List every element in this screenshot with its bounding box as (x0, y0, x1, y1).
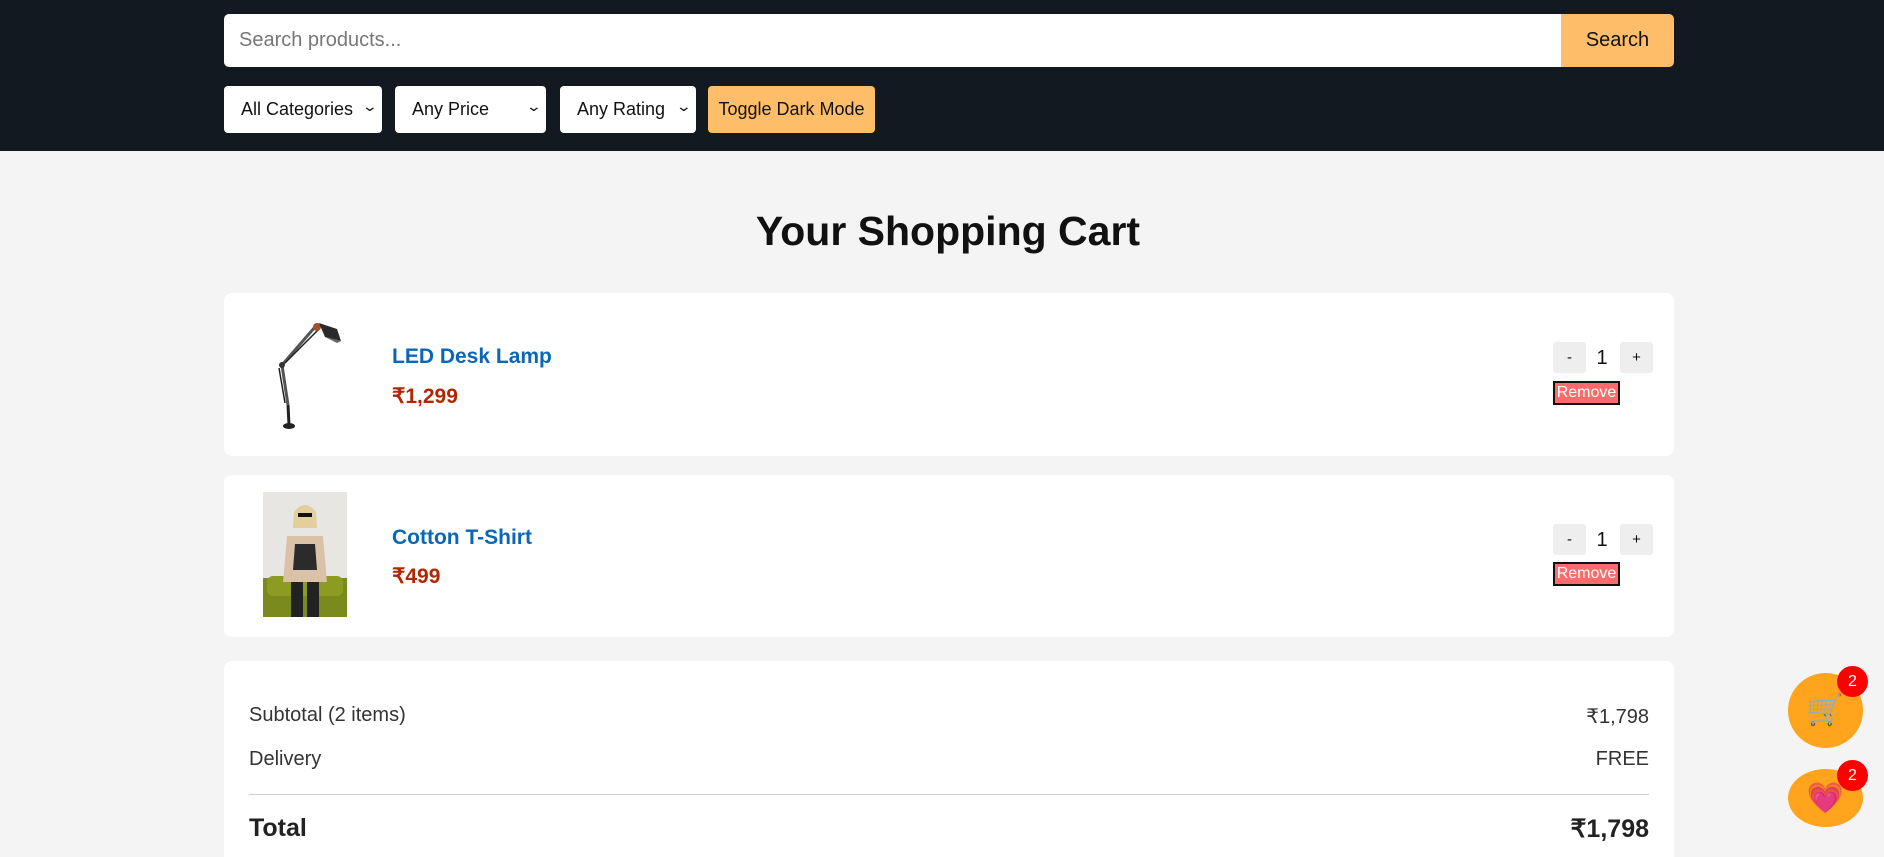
top-header: Search All Categories ⌄ Any Price ⌄ Any … (0, 0, 1884, 151)
remove-item-button[interactable]: Remove (1553, 562, 1620, 586)
shopping-cart-icon: 🛒 (1806, 694, 1845, 727)
delivery-label: Delivery (249, 748, 322, 770)
wishlist-count-badge: 2 (1837, 760, 1868, 791)
delivery-value: FREE (1595, 748, 1649, 770)
category-select[interactable]: All Categories ⌄ (224, 86, 382, 133)
decrease-qty-button[interactable]: - (1553, 524, 1586, 555)
search-button[interactable]: Search (1561, 14, 1674, 67)
subtotal-label: Subtotal (2 items) (249, 704, 406, 726)
rating-select[interactable]: Any Rating ⌄ (560, 86, 696, 133)
quantity-value: 1 (1596, 347, 1608, 369)
increase-qty-button[interactable]: + (1620, 342, 1653, 373)
quantity-value: 1 (1596, 529, 1608, 551)
search-input[interactable] (224, 14, 1561, 67)
item-name[interactable]: Cotton T-Shirt (392, 526, 532, 550)
item-name[interactable]: LED Desk Lamp (392, 345, 552, 369)
product-image-tshirt (263, 492, 347, 617)
cart-item: Cotton T-Shirt ₹499 - 1 + Remove (224, 475, 1674, 637)
toggle-dark-mode-button[interactable]: Toggle Dark Mode (708, 86, 875, 133)
rating-select-value: Any Rating (577, 99, 666, 119)
item-price: ₹499 (392, 565, 441, 588)
subtotal-value: ₹1,798 (1586, 706, 1649, 728)
summary-divider (249, 794, 1649, 795)
item-price: ₹1,299 (392, 385, 458, 408)
chevron-down-icon: ⌄ (361, 98, 379, 114)
category-select-value: All Categories (241, 99, 354, 119)
cart-item: LED Desk Lamp ₹1,299 - 1 + Remove (224, 293, 1674, 456)
price-select[interactable]: Any Price ⌄ (395, 86, 546, 133)
order-summary: Subtotal (2 items) ₹1,798 Delivery FREE … (224, 661, 1674, 857)
increase-qty-button[interactable]: + (1620, 524, 1653, 555)
page-title: Your Shopping Cart (755, 208, 1141, 254)
heart-icon: 💗 (1806, 781, 1845, 815)
price-select-value: Any Price (412, 99, 490, 119)
chevron-down-icon: ⌄ (675, 98, 693, 114)
product-image-lamp (278, 323, 341, 429)
total-value: ₹1,798 (1570, 815, 1649, 843)
remove-item-button[interactable]: Remove (1553, 381, 1620, 405)
decrease-qty-button[interactable]: - (1553, 342, 1586, 373)
cart-count-badge: 2 (1837, 666, 1868, 697)
chevron-down-icon: ⌄ (525, 98, 543, 114)
total-label: Total (249, 814, 307, 842)
